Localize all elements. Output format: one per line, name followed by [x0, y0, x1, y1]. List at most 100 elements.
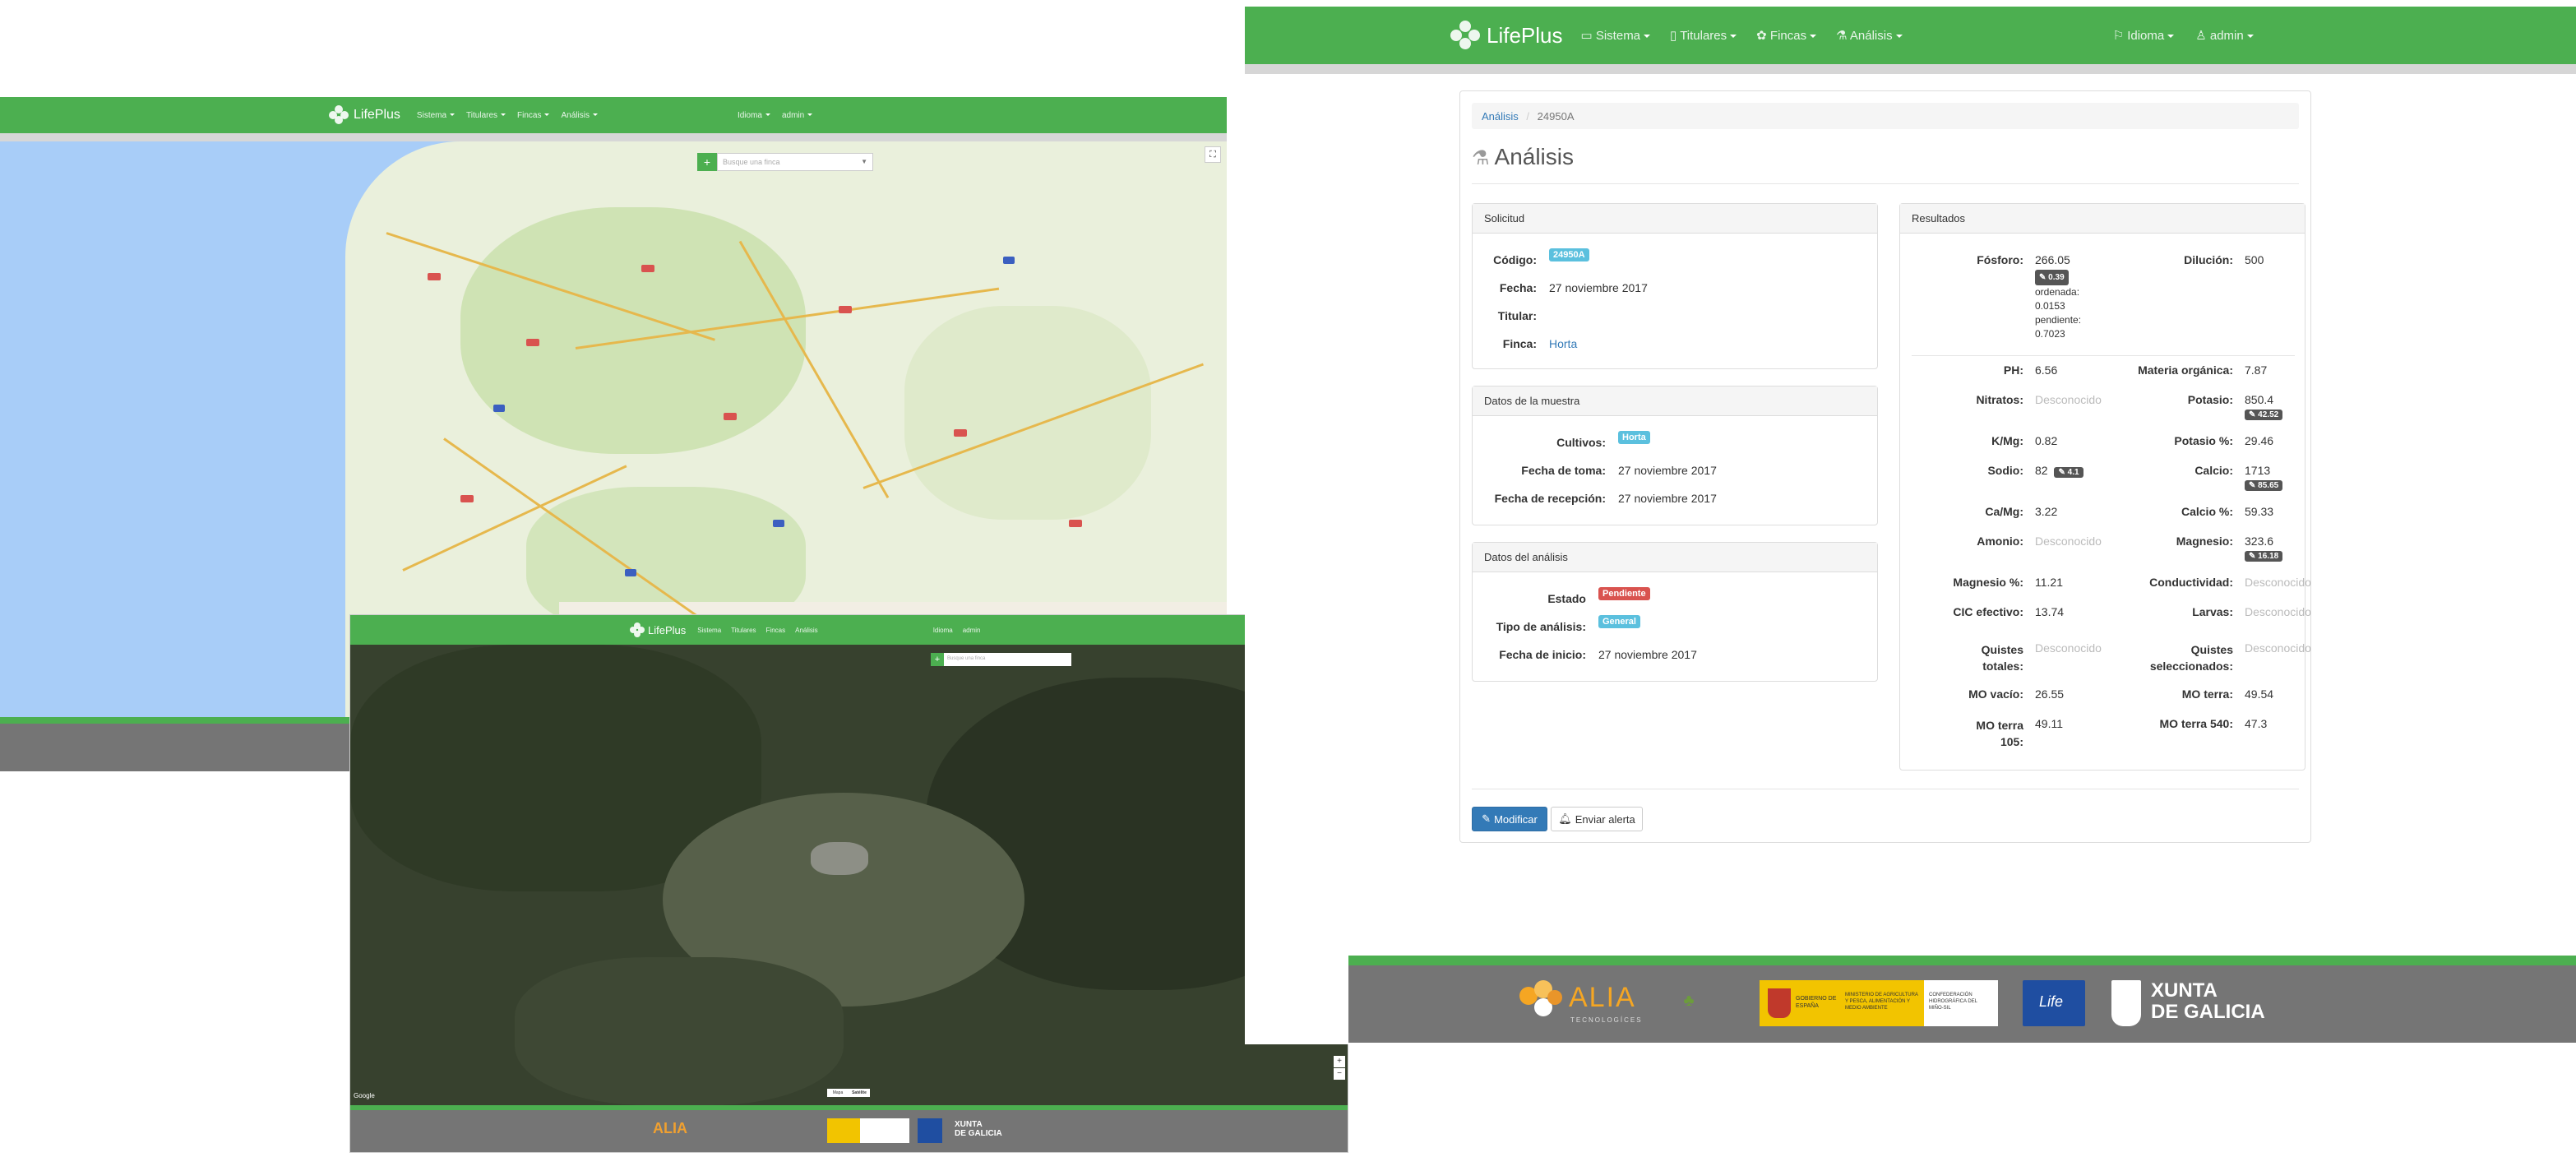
nav-admin[interactable]: ♙ admin — [2195, 28, 2254, 43]
ministerio-logo — [860, 1118, 909, 1143]
panel-heading: Resultados — [1900, 204, 2305, 234]
nav-sistema[interactable]: Sistema — [697, 627, 721, 634]
cultivos-label: Cultivos: — [1556, 436, 1606, 449]
nav-fincas[interactable]: Fincas — [517, 111, 550, 120]
nav-idioma[interactable]: Idioma — [933, 627, 953, 634]
green-zone — [460, 207, 806, 454]
nav-idioma[interactable]: Idioma — [738, 111, 770, 120]
potasio-value: 850.4 ✎ 42.52 — [2245, 393, 2283, 420]
zoom-out-button[interactable]: − — [1334, 1068, 1345, 1080]
page-title: ⚗ Análisis — [1472, 144, 1574, 169]
map-type-mapa[interactable]: Mapa — [827, 1089, 849, 1097]
terrain-patch — [515, 957, 844, 1105]
map-navbar: LifePlus Sistema Titulares Fincas Anális… — [0, 97, 1227, 133]
nav-admin[interactable]: admin — [963, 627, 981, 634]
calcio-label: Calcio: — [2194, 464, 2233, 477]
main-navbar: LifePlus ▭ Sistema ▯ Titulares ✿ Fincas … — [1245, 7, 2576, 64]
finca-label: Finca: — [1502, 337, 1537, 350]
recepcion-label: Fecha de recepción: — [1494, 492, 1606, 505]
solicitud-panel: Solicitud Código: 24950A Fecha: 27 novie… — [1472, 203, 1878, 369]
nav-fincas[interactable]: Fincas — [766, 627, 786, 634]
nav-fincas[interactable]: ✿ Fincas — [1756, 28, 1817, 43]
nav-titulares[interactable]: Titulares — [731, 627, 756, 634]
life-text: Life — [2039, 993, 2064, 1010]
map-search-input[interactable]: Busque una finca ▼ — [717, 153, 873, 171]
sodio-chip: ✎ 4.1 — [2054, 467, 2083, 478]
brand-name[interactable]: LifePlus — [648, 624, 686, 636]
mo-terra-label: MO terra: — [2181, 687, 2233, 701]
navbar-shadow — [0, 133, 1227, 141]
mo-terra-value: 49.54 — [2245, 687, 2274, 701]
spain-shield-icon — [1768, 988, 1791, 1018]
alia-logo-icon — [1519, 980, 1562, 1023]
edit-icon: ✎ — [1482, 812, 1491, 825]
estado-badge: Pendiente — [1598, 587, 1650, 600]
city-marker — [428, 273, 441, 280]
cultivos-badge: Horta — [1618, 431, 1650, 444]
city-marker — [839, 306, 852, 313]
zoom-in-button[interactable]: + — [1334, 1056, 1345, 1067]
nav-analisis[interactable]: ⚗ Análisis — [1836, 28, 1903, 43]
nitratos-value: Desconocido — [2035, 393, 2102, 406]
xunta-logo: XUNTA DE GALICIA — [955, 1120, 1002, 1138]
ph-label: PH: — [2003, 363, 2023, 377]
fosforo-label: Fósforo: — [1977, 253, 2023, 266]
toma-label: Fecha de toma: — [1521, 464, 1606, 477]
gobierno-text: GOBIERNO DE ESPAÑA — [1796, 996, 1837, 1009]
dilucion-label: Dilución: — [2184, 253, 2233, 266]
nav-titulares[interactable]: Titulares — [466, 111, 506, 120]
xunta-shield-icon — [2111, 980, 2141, 1026]
brand-name[interactable]: LifePlus — [1487, 23, 1563, 49]
sat-search-input[interactable]: Busque una finca — [944, 653, 1071, 666]
resultados-panel: Resultados Fósforo: 266.05 ✎ 0.39 ordena… — [1899, 203, 2311, 771]
inicio-label: Fecha de inicio: — [1499, 648, 1586, 661]
navbar-shadow — [1245, 64, 2576, 74]
breadcrumb-link[interactable]: Análisis — [1482, 110, 1519, 123]
nav-idioma[interactable]: ⚐ Idioma — [2113, 28, 2175, 43]
modificar-button[interactable]: ✎ Modificar — [1472, 807, 1547, 831]
breadcrumb: Análisis / 24950A — [1472, 103, 2299, 129]
cic-label: CIC efectivo: — [1953, 605, 2023, 618]
city-marker — [460, 495, 474, 502]
nav-titulares[interactable]: ▯ Titulares — [1670, 28, 1737, 43]
fullscreen-icon[interactable]: ⛶ — [1205, 146, 1221, 163]
city-marker — [641, 265, 654, 272]
life-logo — [918, 1118, 942, 1143]
mo-105-value: 49.11 — [2035, 717, 2063, 730]
fosforo-value: 266.05 ✎ 0.39 ordenada: 0.0153 pendiente… — [2035, 253, 2082, 340]
panel-heading: Solicitud — [1473, 204, 1877, 234]
sat-search-add-button[interactable]: + — [931, 653, 944, 666]
calcio-value: 1713 ✎ 85.65 — [2245, 464, 2283, 491]
tipo-badge: General — [1598, 615, 1640, 628]
nav-sistema[interactable]: ▭ Sistema — [1581, 28, 1651, 43]
potasio-chip: ✎ 42.52 — [2245, 410, 2283, 420]
magnesio-pct-value: 11.21 — [2035, 576, 2063, 589]
breadcrumb-current: 24950A — [1537, 110, 1575, 123]
road-marker — [625, 569, 636, 576]
nav-analisis[interactable]: Análisis — [795, 627, 818, 634]
row-divider — [1912, 355, 2295, 356]
road-marker — [1003, 257, 1015, 264]
amonio-value: Desconocido — [2035, 535, 2102, 548]
ministerio-text: MINISTERIO DE AGRICULTURA Y PESCA, ALIME… — [1845, 993, 1918, 1011]
calcio-pct-label: Calcio %: — [2181, 505, 2233, 518]
amonio-label: Amonio: — [1977, 535, 2023, 548]
city-marker — [724, 413, 737, 420]
enviar-alerta-button[interactable]: 🔔︎ Enviar alerta — [1551, 807, 1643, 831]
finca-link[interactable]: Horta — [1549, 337, 1577, 350]
nav-sistema[interactable]: Sistema — [417, 111, 456, 120]
conductividad-value: Desconocido — [2245, 576, 2311, 589]
map-type-satelite[interactable]: Satélite — [849, 1089, 870, 1097]
brand-name[interactable]: LifePlus — [354, 108, 400, 123]
camg-label: Ca/Mg: — [1985, 505, 2023, 518]
nav-admin[interactable]: admin — [782, 111, 813, 120]
city-marker — [1069, 520, 1082, 527]
map-search-add-button[interactable]: + — [697, 153, 717, 171]
nav-analisis[interactable]: Análisis — [561, 111, 598, 120]
kmg-value: 0.82 — [2035, 434, 2058, 447]
recepcion-value: 27 noviembre 2017 — [1618, 492, 1717, 505]
dilucion-value: 500 — [2245, 253, 2264, 266]
satellite-map[interactable]: + Busque una finca ⛶ + − Mapa Satélite G… — [350, 645, 1348, 1105]
nitratos-label: Nitratos: — [1976, 393, 2023, 406]
main-footer: ALIA TECNOLOGÍCES ♣ GOBIERNO DE ESPAÑA M… — [1348, 965, 2576, 1043]
